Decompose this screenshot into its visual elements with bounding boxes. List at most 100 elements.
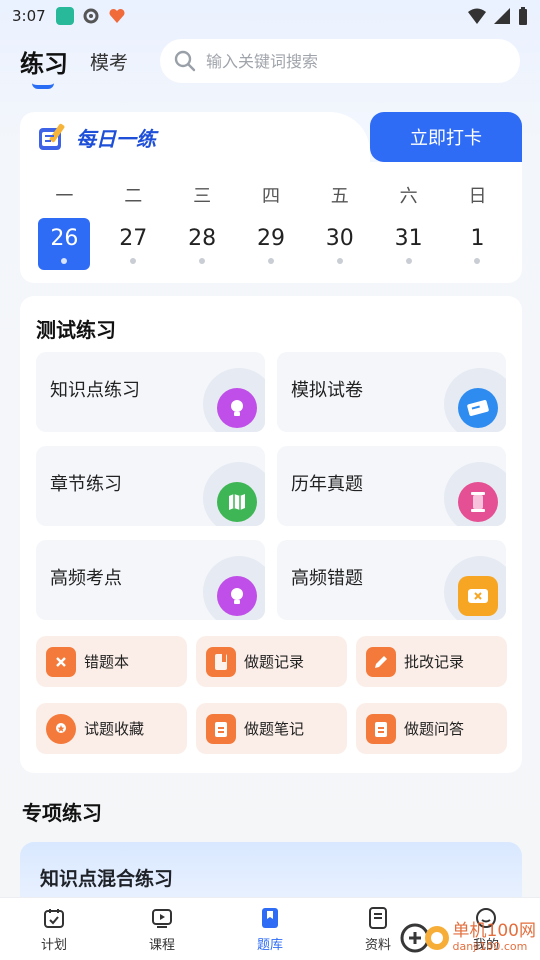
bookmark-icon bbox=[262, 907, 278, 928]
qa-icon bbox=[366, 713, 396, 744]
nav-item-question-bank[interactable]: 题库 bbox=[216, 898, 324, 960]
chip-correction-record[interactable]: 批改记录 bbox=[356, 636, 507, 687]
tool-chips: 错题本 做题记录 批改记录 试题收藏 做题笔记 做题问答 bbox=[36, 636, 507, 754]
weekday-label: 一 bbox=[55, 186, 74, 207]
special-card-title: 知识点混合练习 bbox=[40, 868, 174, 890]
date-number: 26 bbox=[50, 226, 79, 251]
practice-item-chapter[interactable]: 章节练习 bbox=[36, 446, 265, 526]
battery-icon bbox=[519, 7, 527, 25]
chip-label: 试题收藏 bbox=[84, 720, 145, 738]
chip-question-favorites[interactable]: 试题收藏 bbox=[36, 703, 187, 754]
practice-item-label: 高频考点 bbox=[50, 568, 122, 589]
settings-gear-icon bbox=[82, 7, 100, 25]
date-cell[interactable]: 30 bbox=[314, 218, 366, 270]
watermark-text: 单机100网 bbox=[452, 921, 536, 942]
practice-item-past-exams[interactable]: 历年真题 bbox=[277, 446, 506, 526]
date-cell[interactable]: 27 bbox=[107, 218, 159, 270]
date-dot bbox=[199, 258, 206, 264]
date-row: 26 27 28 29 30 31 1 bbox=[20, 208, 522, 270]
nav-item-plan[interactable]: 计划 bbox=[0, 898, 108, 960]
chip-wrong-book[interactable]: 错题本 bbox=[36, 636, 187, 687]
weekday-label: 日 bbox=[468, 186, 487, 207]
status-bar: 3:07 bbox=[0, 0, 540, 32]
wifi-icon bbox=[468, 8, 486, 24]
chip-label: 做题问答 bbox=[404, 720, 465, 738]
chip-practice-notes[interactable]: 做题笔记 bbox=[196, 703, 347, 754]
chip-practice-record[interactable]: 做题记录 bbox=[196, 636, 347, 687]
nav-label: 计划 bbox=[40, 937, 67, 953]
video-icon bbox=[152, 908, 172, 928]
nav-item-courses[interactable]: 课程 bbox=[108, 898, 216, 960]
calendar-pencil-icon bbox=[39, 123, 65, 150]
chip-label: 错题本 bbox=[84, 653, 130, 671]
practice-item-label: 高频错题 bbox=[291, 568, 363, 589]
checkin-button[interactable]: 立即打卡 bbox=[370, 112, 522, 162]
status-time: 3:07 bbox=[12, 7, 46, 25]
date-number: 31 bbox=[394, 226, 423, 251]
date-cell-selected[interactable]: 26 bbox=[38, 218, 91, 270]
pencil-icon bbox=[366, 646, 396, 677]
search-bar[interactable] bbox=[160, 39, 520, 83]
weekday-label: 三 bbox=[193, 186, 212, 207]
medal-icon bbox=[46, 713, 76, 744]
weekday-label: 二 bbox=[124, 186, 143, 207]
section-title-special-practice: 专项练习 bbox=[22, 801, 102, 825]
practice-item-frequent-errors[interactable]: 高频错题 bbox=[277, 540, 506, 620]
date-cell[interactable]: 29 bbox=[245, 218, 297, 270]
weekday-label: 六 bbox=[399, 186, 418, 207]
date-cell[interactable]: 1 bbox=[451, 218, 503, 270]
practice-item-mock-paper[interactable]: 模拟试卷 bbox=[277, 352, 506, 432]
date-dot bbox=[267, 258, 274, 264]
tab-mock-exam[interactable]: 模考 bbox=[90, 48, 128, 75]
weekday-label: 五 bbox=[330, 186, 349, 207]
daily-title-text: 每日一练 bbox=[76, 126, 156, 151]
practice-item-label: 知识点练习 bbox=[50, 380, 140, 401]
test-practice-card: 测试练习 知识点练习 模拟试卷 章节练习 历年真题 高频考点 高频错题 错题本 … bbox=[20, 296, 522, 773]
practice-item-label: 模拟试卷 bbox=[291, 380, 363, 401]
chip-label: 批改记录 bbox=[404, 653, 465, 671]
date-dot bbox=[405, 258, 412, 264]
daily-practice-title: 每日一练 bbox=[20, 112, 370, 162]
daily-practice-card: 每日一练 立即打卡 一 二 三 四 五 六 日 26 27 28 29 30 3… bbox=[20, 112, 522, 283]
heart-notification-icon bbox=[108, 7, 126, 25]
chip-practice-qa[interactable]: 做题问答 bbox=[356, 703, 507, 754]
calendar-icon bbox=[44, 908, 64, 928]
date-number: 28 bbox=[188, 226, 217, 251]
watermark-url: danji100.com bbox=[452, 940, 528, 954]
date-dot bbox=[61, 258, 68, 264]
signal-icon bbox=[494, 8, 510, 24]
lightbulb-icon bbox=[217, 576, 257, 616]
date-number: 27 bbox=[119, 226, 148, 251]
date-dot bbox=[336, 258, 343, 264]
nav-label: 题库 bbox=[256, 937, 283, 953]
date-number: 1 bbox=[470, 226, 485, 251]
date-dot bbox=[474, 258, 481, 264]
date-number: 30 bbox=[325, 226, 354, 251]
wrong-book-icon bbox=[46, 646, 76, 677]
weekday-row: 一 二 三 四 五 六 日 bbox=[20, 162, 522, 208]
record-icon bbox=[206, 646, 236, 677]
tab-practice[interactable]: 练习 bbox=[20, 44, 68, 89]
practice-grid: 知识点练习 模拟试卷 章节练习 历年真题 高频考点 高频错题 bbox=[36, 352, 506, 620]
notes-icon bbox=[206, 713, 236, 744]
hourglass-icon bbox=[458, 482, 498, 522]
date-cell[interactable]: 28 bbox=[176, 218, 228, 270]
search-input[interactable] bbox=[206, 51, 506, 71]
error-ticket-icon bbox=[458, 576, 498, 616]
search-icon bbox=[174, 50, 196, 72]
chip-label: 做题笔记 bbox=[244, 720, 305, 738]
map-icon bbox=[217, 482, 257, 522]
practice-item-knowledge[interactable]: 知识点练习 bbox=[36, 352, 265, 432]
app-notification-icon bbox=[55, 7, 74, 25]
nav-label: 课程 bbox=[148, 937, 175, 953]
section-title-test-practice: 测试练习 bbox=[36, 318, 116, 342]
practice-item-frequent-points[interactable]: 高频考点 bbox=[36, 540, 265, 620]
date-cell[interactable]: 31 bbox=[383, 218, 435, 270]
practice-item-label: 章节练习 bbox=[50, 474, 122, 495]
weekday-label: 四 bbox=[261, 186, 280, 207]
watermark-logo-icon bbox=[399, 920, 453, 956]
nav-label: 资料 bbox=[364, 937, 391, 953]
chip-label: 做题记录 bbox=[244, 653, 305, 671]
practice-item-label: 历年真题 bbox=[291, 474, 363, 495]
document-icon bbox=[369, 906, 387, 929]
